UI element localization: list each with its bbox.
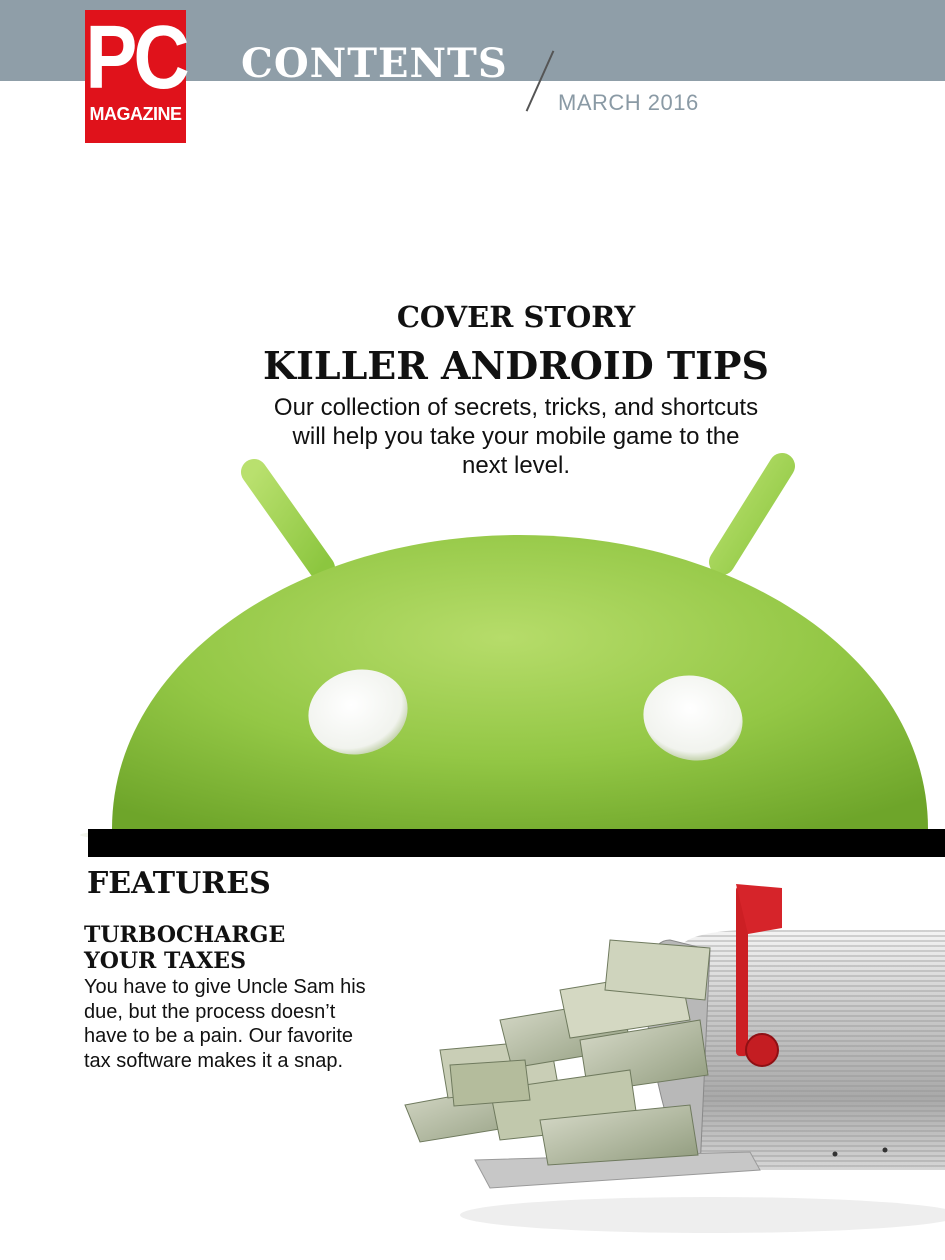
android-head <box>112 535 928 829</box>
right-antenna <box>709 453 795 575</box>
feature-article-blurb: You have to give Uncle Sam his due, but … <box>84 976 366 1072</box>
android-robot-image[interactable] <box>0 440 945 840</box>
cover-story-blurb: Our collection of secrets, tricks, and s… <box>273 394 759 479</box>
left-antenna <box>241 459 335 581</box>
cover-story-headline[interactable]: KILLER ANDROID TIPS <box>0 343 945 388</box>
pc-magazine-logo[interactable]: PC MAGAZINE <box>85 6 190 143</box>
feature-article-title[interactable]: TURBOCHARGE YOUR TAXES <box>84 922 404 974</box>
cover-story-label: COVER STORY <box>396 300 636 334</box>
mailbox-cash-image[interactable] <box>380 870 945 1260</box>
features-heading: FEATURES <box>87 866 271 901</box>
cash-pile <box>404 939 711 1166</box>
flag-pivot <box>745 1033 779 1067</box>
logo-pc-text: PC <box>85 6 189 108</box>
feature-title-line-1: TURBOCHARGE <box>84 922 286 948</box>
feature-title-line-2: YOUR TAXES <box>84 948 246 974</box>
issue-date: MARCH 2016 <box>558 90 699 115</box>
page-title: CONTENTS <box>241 40 508 87</box>
section-divider-bar <box>88 829 945 857</box>
